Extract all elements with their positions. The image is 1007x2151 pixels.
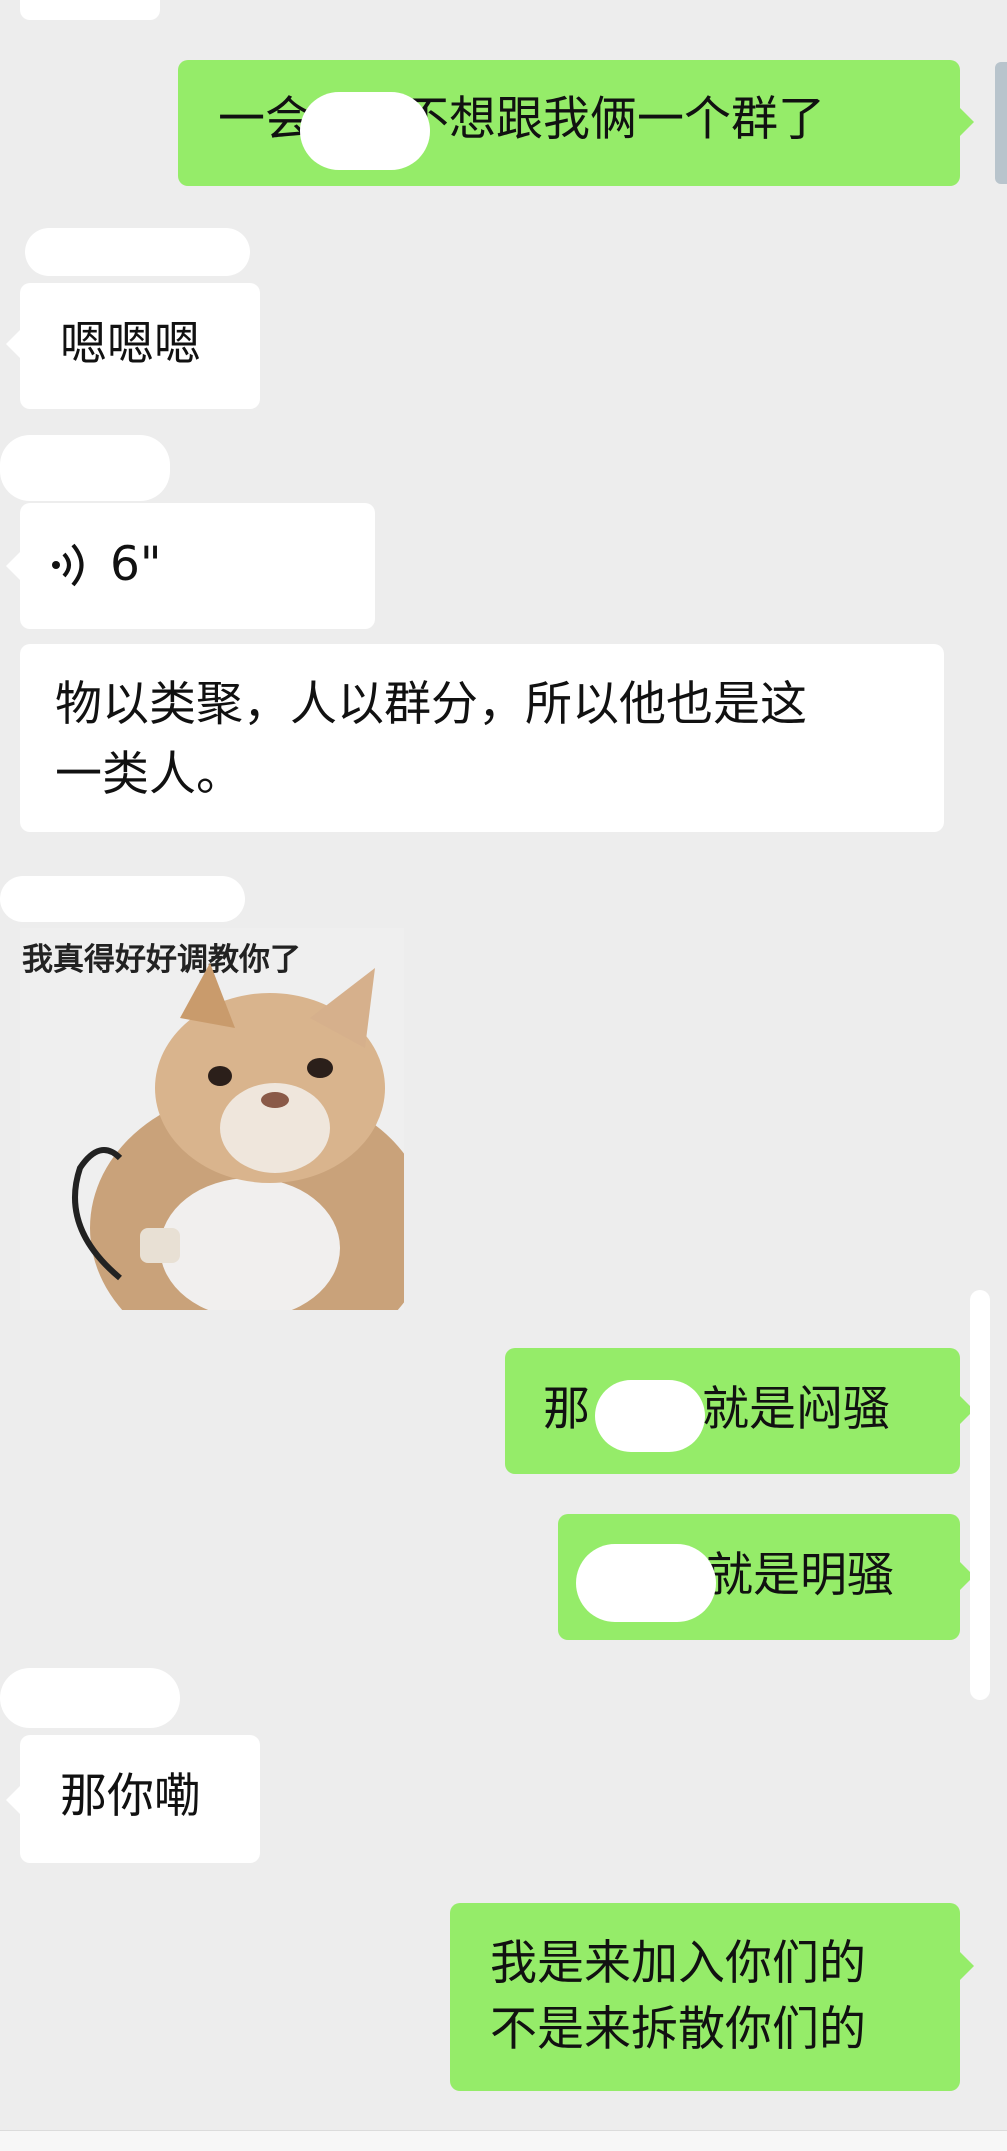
voice-duration: 6" xyxy=(110,537,162,592)
message-text: 不想跟我俩一个群了 xyxy=(402,92,825,147)
bubble-tail xyxy=(960,1952,974,1980)
sender-name-redacted xyxy=(0,876,245,922)
message-bubble-incoming[interactable]: 那你嘞 xyxy=(20,1735,260,1863)
message-bubble-outgoing[interactable]: 我是来加入你们的 不是来拆散你们的 xyxy=(450,1903,960,2091)
avatar[interactable] xyxy=(995,62,1007,184)
message-text-line: 物以类聚，人以群分，所以他也是这 xyxy=(55,677,807,732)
voice-wave-icon xyxy=(52,543,84,587)
message-text: 就是闷骚 xyxy=(702,1382,890,1437)
cat-illustration xyxy=(72,963,404,1310)
redaction-mark xyxy=(576,1544,716,1622)
message-text: 那你嘞 xyxy=(60,1769,201,1824)
bubble-tail xyxy=(6,552,20,580)
message-text-line: 不是来拆散你们的 xyxy=(490,2002,866,2057)
partial-bubble-top xyxy=(20,0,160,20)
sender-name-redacted xyxy=(0,1668,180,1728)
message-bubble-incoming[interactable]: 物以类聚，人以群分，所以他也是这 一类人。 xyxy=(20,644,944,832)
message-text-line: 我是来加入你们的 xyxy=(490,1936,866,1991)
message-text: 就是明骚 xyxy=(706,1548,894,1603)
bubble-tail xyxy=(6,330,20,358)
redaction-scribble xyxy=(970,1290,990,1700)
sender-name-redacted xyxy=(25,228,250,276)
message-text: 嗯嗯嗯 xyxy=(60,317,201,372)
message-text: 一会 xyxy=(218,92,312,147)
message-bubble-outgoing[interactable]: 一会 不想跟我俩一个群了 xyxy=(178,60,960,186)
redaction-mark xyxy=(595,1380,705,1452)
message-bubble-incoming[interactable]: 嗯嗯嗯 xyxy=(20,283,260,409)
bubble-tail xyxy=(960,108,974,136)
message-text: 那 xyxy=(543,1382,590,1437)
message-text-line: 一类人。 xyxy=(55,747,243,802)
redaction-mark xyxy=(300,92,430,170)
sender-name-redacted xyxy=(0,435,170,501)
bubble-tail xyxy=(6,1786,20,1814)
sticker-image[interactable]: 我真得好好调教你了 xyxy=(20,928,404,1310)
message-bubble-outgoing[interactable]: 那 就是闷骚 xyxy=(505,1348,960,1474)
input-bar-edge xyxy=(0,2130,1007,2151)
